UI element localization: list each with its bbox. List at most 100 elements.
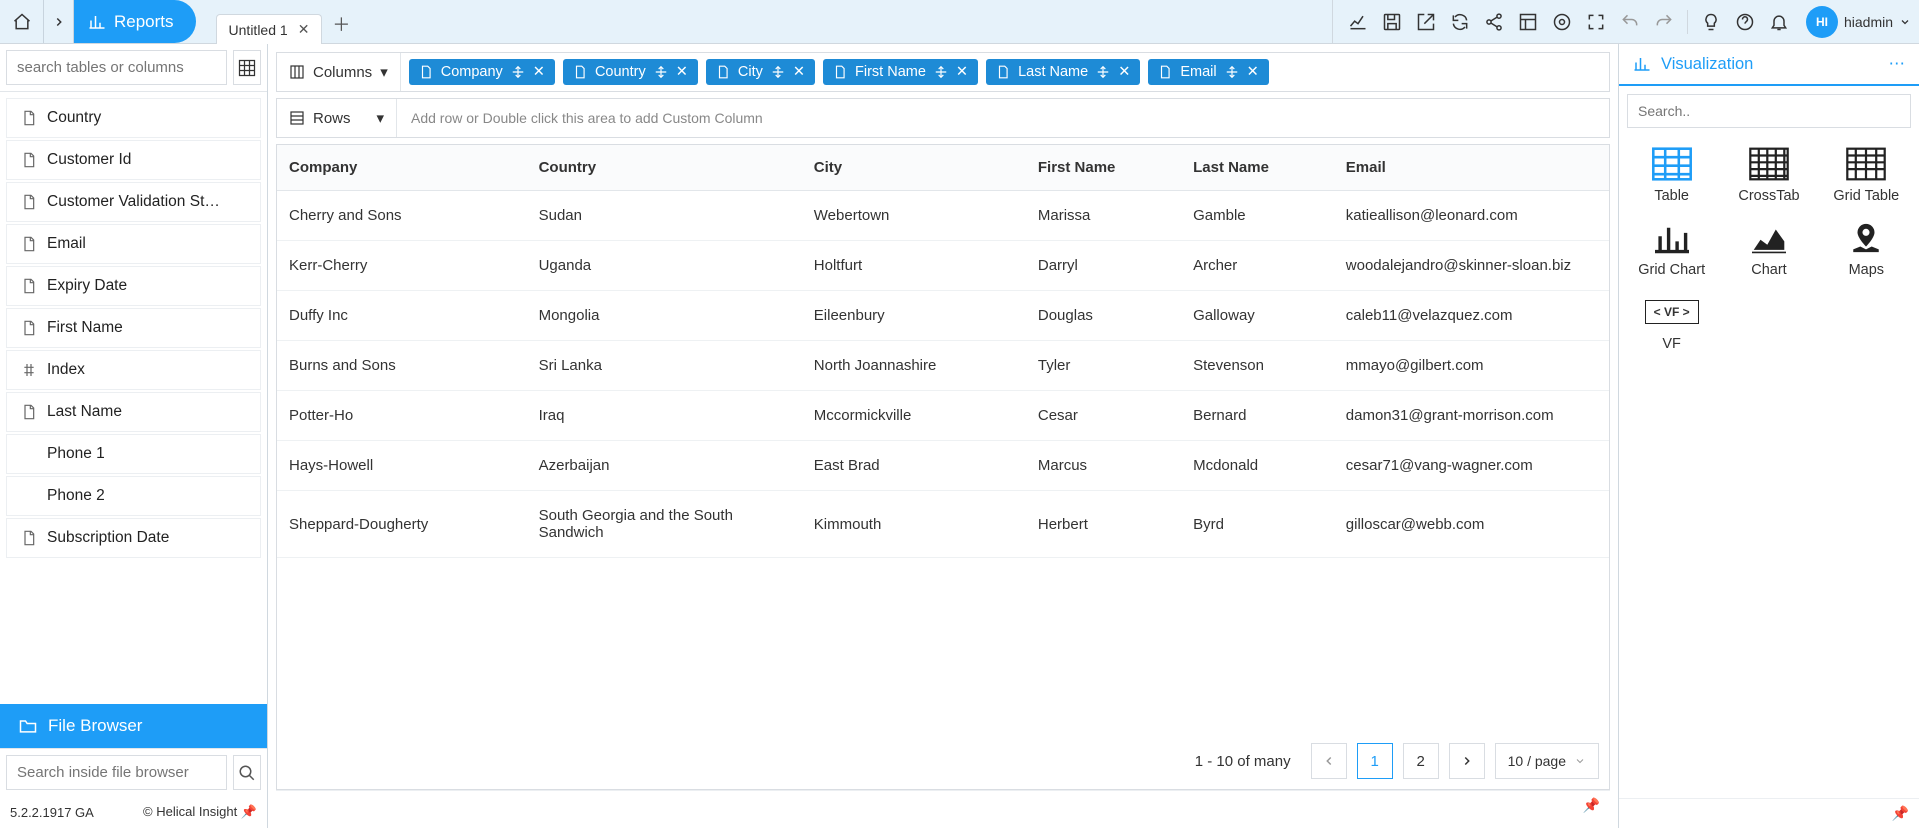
chevron-down-icon bbox=[1574, 755, 1586, 767]
tab-untitled[interactable]: Untitled 1 ✕ bbox=[216, 14, 323, 44]
document-icon bbox=[21, 110, 37, 126]
page-2-button[interactable]: 2 bbox=[1403, 743, 1439, 779]
share-button[interactable] bbox=[1477, 5, 1511, 39]
file-browser-search-input[interactable] bbox=[6, 755, 227, 790]
field-item[interactable]: Customer Id bbox=[6, 140, 261, 180]
undo-button[interactable] bbox=[1613, 5, 1647, 39]
viz-option-vf[interactable]: < VF >VF bbox=[1627, 294, 1716, 352]
home-icon bbox=[12, 12, 32, 32]
layout-icon bbox=[1518, 12, 1538, 32]
column-chip[interactable]: Email ✕ bbox=[1148, 59, 1268, 85]
viz-option-chart[interactable]: Chart bbox=[1724, 220, 1813, 278]
chart-line-button[interactable] bbox=[1341, 5, 1375, 39]
column-header[interactable]: City bbox=[802, 145, 1026, 191]
refresh-button[interactable] bbox=[1443, 5, 1477, 39]
sidebar-search-input[interactable] bbox=[6, 50, 227, 85]
table-row: Sheppard-DoughertySouth Georgia and the … bbox=[277, 491, 1609, 558]
visualization-more-button[interactable]: ⋯ bbox=[1889, 54, 1906, 74]
column-chip[interactable]: Last Name✕ bbox=[986, 59, 1140, 85]
help-button[interactable] bbox=[1728, 5, 1762, 39]
column-chip[interactable]: Company✕ bbox=[409, 59, 555, 85]
user-menu[interactable]: HI hiadmin bbox=[1806, 6, 1911, 38]
column-header[interactable]: First Name bbox=[1026, 145, 1181, 191]
rows-shelf-dropdown[interactable]: ▾ bbox=[376, 109, 384, 127]
viz-option-grid-table[interactable]: Grid Table bbox=[1822, 146, 1911, 204]
file-browser-search-button[interactable] bbox=[233, 755, 261, 790]
column-chip[interactable]: City✕ bbox=[706, 59, 815, 85]
field-item[interactable]: Index bbox=[6, 350, 261, 390]
columns-shelf-dropdown[interactable]: ▾ bbox=[380, 63, 388, 81]
columns-shelf[interactable]: Columns ▾ Company✕Country✕City✕First Nam… bbox=[276, 52, 1610, 92]
pin-center-button[interactable]: 📌 bbox=[1583, 797, 1600, 814]
viz-option-grid-chart[interactable]: Grid Chart bbox=[1627, 220, 1716, 278]
field-item[interactable]: Phone 2 bbox=[6, 476, 261, 516]
next-page-button[interactable] bbox=[1449, 743, 1485, 779]
table-cell: Galloway bbox=[1181, 291, 1334, 341]
column-chip[interactable]: Country✕ bbox=[563, 59, 698, 85]
reports-breadcrumb[interactable]: Reports bbox=[74, 0, 196, 43]
home-button[interactable] bbox=[0, 0, 44, 43]
close-tab-button[interactable]: ✕ bbox=[298, 21, 310, 38]
sidebar-grid-toggle[interactable] bbox=[233, 50, 261, 85]
data-table: CompanyCountryCityFirst NameLast NameEma… bbox=[277, 145, 1609, 558]
field-item[interactable]: Email bbox=[6, 224, 261, 264]
viz-option-crosstab[interactable]: CrossTab bbox=[1724, 146, 1813, 204]
page-1-button[interactable]: 1 bbox=[1357, 743, 1393, 779]
chip-remove-button[interactable]: ✕ bbox=[533, 64, 545, 80]
field-item[interactable]: Phone 1 bbox=[6, 434, 261, 474]
table-cell: Potter-Ho bbox=[277, 391, 527, 441]
chip-label: First Name bbox=[855, 64, 926, 80]
layout-button[interactable] bbox=[1511, 5, 1545, 39]
chip-remove-button[interactable]: ✕ bbox=[1118, 64, 1130, 80]
field-item[interactable]: First Name bbox=[6, 308, 261, 348]
table-cell: Uganda bbox=[527, 241, 802, 291]
viz-option-table[interactable]: Table bbox=[1627, 146, 1716, 204]
table-row: Cherry and SonsSudanWebertownMarissaGamb… bbox=[277, 191, 1609, 241]
chip-remove-button[interactable]: ✕ bbox=[956, 64, 968, 80]
drag-icon bbox=[1225, 65, 1239, 79]
table-cell: Duffy Inc bbox=[277, 291, 527, 341]
chip-remove-button[interactable]: ✕ bbox=[793, 64, 805, 80]
search-icon bbox=[238, 764, 256, 782]
column-chip[interactable]: First Name ✕ bbox=[823, 59, 978, 85]
table-cell: Mccormickville bbox=[802, 391, 1026, 441]
column-header[interactable]: Email bbox=[1334, 145, 1609, 191]
page-size-label: 10 / page bbox=[1508, 753, 1566, 769]
visualization-search-input[interactable] bbox=[1627, 94, 1911, 128]
viz-option-maps[interactable]: Maps bbox=[1822, 220, 1911, 278]
prev-page-button[interactable] bbox=[1311, 743, 1347, 779]
file-browser-button[interactable]: File Browser bbox=[0, 704, 267, 748]
rows-shelf[interactable]: Rows ▾ Add row or Double click this area… bbox=[276, 98, 1610, 138]
chip-remove-button[interactable]: ✕ bbox=[1247, 64, 1259, 80]
viz-label: Grid Chart bbox=[1638, 262, 1705, 278]
field-item[interactable]: Last Name bbox=[6, 392, 261, 432]
page-info: 1 - 10 of many bbox=[1195, 753, 1291, 770]
visualization-title: Visualization bbox=[1661, 55, 1753, 74]
table-cell: Gamble bbox=[1181, 191, 1334, 241]
notifications-button[interactable] bbox=[1762, 5, 1796, 39]
field-item[interactable]: Subscription Date bbox=[6, 518, 261, 558]
column-header[interactable]: Last Name bbox=[1181, 145, 1334, 191]
breadcrumb-next[interactable] bbox=[44, 0, 74, 43]
field-item[interactable]: Expiry Date bbox=[6, 266, 261, 306]
save-button[interactable] bbox=[1375, 5, 1409, 39]
chip-remove-button[interactable]: ✕ bbox=[676, 64, 688, 80]
column-header[interactable]: Company bbox=[277, 145, 527, 191]
viz-icon bbox=[1748, 220, 1790, 256]
new-tab-button[interactable]: ＋ bbox=[322, 5, 360, 43]
preview-button[interactable] bbox=[1545, 5, 1579, 39]
viz-label: VF bbox=[1662, 336, 1681, 352]
lightbulb-button[interactable] bbox=[1694, 5, 1728, 39]
fullscreen-button[interactable] bbox=[1579, 5, 1613, 39]
field-item[interactable]: Country bbox=[6, 98, 261, 138]
document-icon bbox=[21, 194, 37, 210]
redo-button[interactable] bbox=[1647, 5, 1681, 39]
chip-label: Email bbox=[1180, 64, 1216, 80]
page-size-select[interactable]: 10 / page bbox=[1495, 743, 1599, 779]
column-header[interactable]: Country bbox=[527, 145, 802, 191]
field-label: Expiry Date bbox=[47, 277, 127, 295]
export-button[interactable] bbox=[1409, 5, 1443, 39]
field-item[interactable]: Customer Validation St… bbox=[6, 182, 261, 222]
table-cell: Stevenson bbox=[1181, 341, 1334, 391]
pin-right-button[interactable]: 📌 bbox=[1892, 805, 1909, 822]
